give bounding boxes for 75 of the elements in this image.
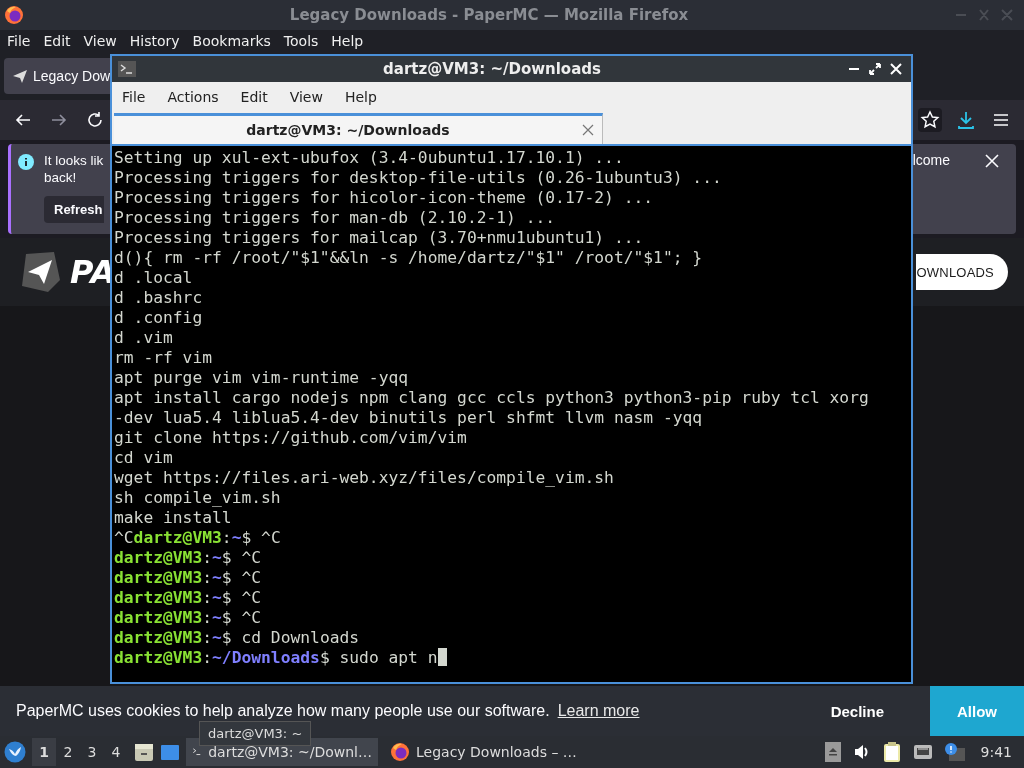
terminal-line: d .local bbox=[114, 268, 193, 288]
terminal-line: dartz@VM3:~$ ^C bbox=[114, 608, 262, 628]
terminal-line: Processing triggers for man-db (2.10.2-1) ... bbox=[114, 208, 556, 228]
workspace-button[interactable]: 4 bbox=[104, 738, 128, 766]
menu-item[interactable]: Edit bbox=[43, 33, 71, 49]
terminal-icon bbox=[118, 61, 136, 77]
terminal-line: dartz@VM3:~$ ^C bbox=[114, 548, 262, 568]
terminal-line: d .vim bbox=[114, 328, 173, 348]
logo-text: PA bbox=[70, 253, 116, 291]
terminal-line: Setting up xul-ext-ubufox (3.4-0ubuntu1.17.10.1) ... bbox=[114, 148, 624, 168]
terminal-line: wget https://files.ari-web.xyz/files/compile_vim.sh bbox=[114, 468, 614, 488]
clock: 9:41 bbox=[980, 744, 1012, 760]
terminal-line: d(){ rm -rf /root/"$1"&&ln -s /home/dartz/"$1" /root/"$1"; } bbox=[114, 248, 703, 268]
reload-icon[interactable] bbox=[86, 111, 104, 129]
terminal-line: Processing triggers for desktop-file-utils (0.26-1ubuntu3) ... bbox=[114, 168, 722, 188]
workspace-button[interactable]: 3 bbox=[80, 738, 104, 766]
terminal-line: make install bbox=[114, 508, 232, 528]
cookie-message: PaperMC uses cookies to help analyze how many people use our software. bbox=[16, 702, 550, 720]
terminal-line: -dev lua5.4 liblua5.4-dev binutils perl shfmt llvm nasm -yqq bbox=[114, 408, 703, 428]
maximize-icon[interactable] bbox=[869, 63, 881, 75]
browser-tab[interactable]: Legacy Dow bbox=[4, 58, 113, 94]
terminal-line: dartz@VM3:~$ cd Downloads bbox=[114, 628, 360, 648]
window-controls-icon bbox=[954, 8, 1014, 22]
notification-text: back! bbox=[44, 169, 77, 186]
menu-item[interactable]: Tools bbox=[283, 33, 319, 49]
menu-item[interactable]: File bbox=[122, 89, 146, 105]
firefox-icon bbox=[4, 5, 24, 25]
menu-item[interactable]: View bbox=[83, 33, 117, 49]
tooltip: dartz@VM3: ~ bbox=[199, 721, 312, 746]
window-icon[interactable] bbox=[160, 742, 180, 762]
workspace-button[interactable]: 1 bbox=[32, 738, 56, 766]
menu-item[interactable]: File bbox=[7, 33, 31, 49]
terminal-line: Processing triggers for mailcap (3.70+nmu1ubuntu1) ... bbox=[114, 228, 644, 248]
notification-text: It looks lik bbox=[44, 152, 104, 169]
taskbar-window-button[interactable]: Legacy Downloads – … bbox=[384, 738, 583, 766]
star-icon[interactable] bbox=[918, 108, 942, 132]
terminal-line: ^Cdartz@VM3:~$ ^C bbox=[114, 528, 281, 548]
terminal-line: cd vim bbox=[114, 448, 173, 468]
menu-item[interactable]: View bbox=[289, 89, 323, 105]
file-cabinet-icon[interactable] bbox=[134, 742, 154, 762]
window-title: dartz@VM3: ~/Downloads bbox=[382, 60, 602, 78]
terminal-line: dartz@VM3:~$ ^C bbox=[114, 568, 262, 588]
decline-button[interactable]: Decline bbox=[824, 701, 890, 721]
terminal-line: dartz@VM3:~$ ^C bbox=[114, 588, 262, 608]
terminal-line: Processing triggers for hicolor-icon-theme (0.17-2) ... bbox=[114, 188, 654, 208]
update-notifier-icon[interactable] bbox=[944, 743, 965, 761]
menu-item[interactable]: Help bbox=[331, 33, 364, 49]
firefox-icon bbox=[390, 742, 410, 762]
paper-plane-icon bbox=[12, 68, 28, 84]
refresh-button[interactable]: Refresh bbox=[44, 196, 105, 223]
menu-item[interactable]: Help bbox=[344, 89, 377, 105]
menu-item[interactable]: History bbox=[129, 33, 180, 49]
learn-more-link[interactable]: Learn more bbox=[557, 702, 640, 720]
workspace-button[interactable]: 2 bbox=[56, 738, 80, 766]
notification-text: lcome bbox=[912, 152, 950, 168]
info-icon bbox=[18, 154, 34, 170]
menu-item[interactable]: Bookmarks bbox=[192, 33, 271, 49]
download-icon[interactable] bbox=[956, 110, 976, 130]
terminal-line: git clone https://github.com/vim/vim bbox=[114, 428, 467, 448]
menu-item[interactable]: Edit bbox=[240, 89, 268, 105]
terminal-line: dartz@VM3:~/Downloads$ sudo apt n bbox=[114, 648, 447, 668]
network-icon[interactable] bbox=[912, 743, 933, 761]
terminal-line: rm -rf vim bbox=[114, 348, 213, 368]
menu-icon[interactable] bbox=[992, 111, 1010, 129]
clipboard-icon[interactable] bbox=[882, 742, 901, 762]
terminal-line: d .config bbox=[114, 308, 203, 328]
terminal-tab[interactable]: dartz@VM3: ~/Downloads bbox=[114, 113, 603, 144]
terminal-line: apt install cargo nodejs npm clang gcc ccls python3 python3-pip ruby tcl xorg bbox=[114, 388, 869, 408]
menu-item[interactable]: Actions bbox=[167, 89, 219, 105]
terminal-line: sh compile_vim.sh bbox=[114, 488, 281, 508]
downloads-button[interactable]: OWNLOADS bbox=[915, 254, 1008, 290]
terminal-line: d .bashrc bbox=[114, 288, 203, 308]
eject-icon[interactable] bbox=[824, 742, 841, 762]
terminal-line: apt purge vim vim-runtime -yqq bbox=[114, 368, 409, 388]
window-title: Legacy Downloads - PaperMC — Mozilla Firefox bbox=[288, 6, 690, 24]
